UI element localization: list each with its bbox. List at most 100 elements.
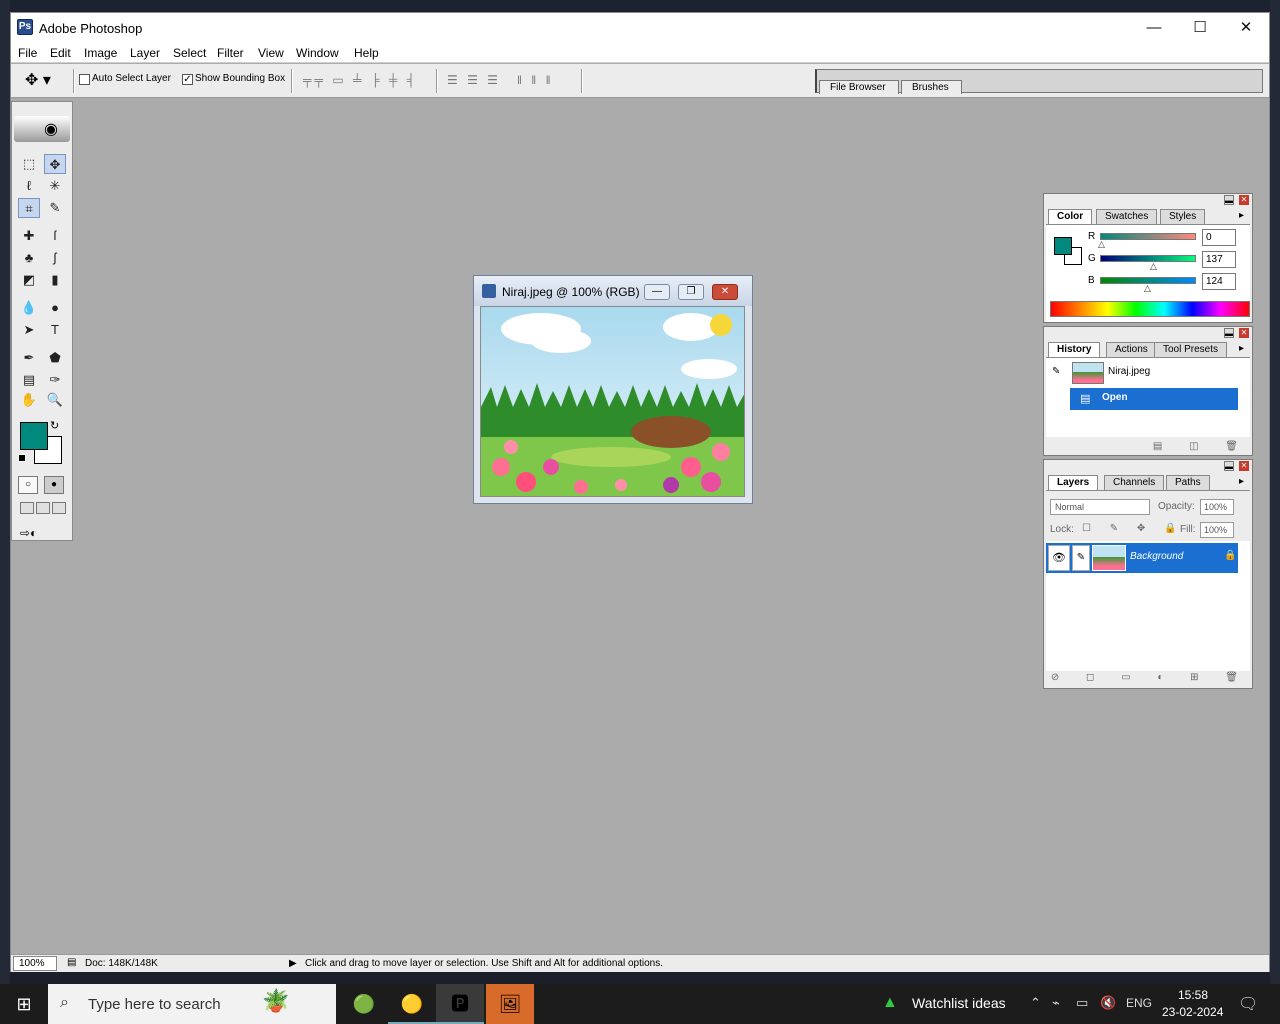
- menu-image[interactable]: Image: [81, 45, 120, 61]
- tab-paths[interactable]: Paths: [1166, 475, 1210, 490]
- healing-brush-icon[interactable]: ✚: [18, 226, 40, 246]
- color-foreground-swatch[interactable]: [1054, 237, 1072, 255]
- distribute-vertical-buttons[interactable]: ☰ ☰ ☰: [447, 73, 501, 87]
- palette-minimize-button[interactable]: ▬: [1224, 328, 1234, 338]
- notes-icon[interactable]: ▤: [18, 370, 40, 390]
- red-slider-thumb[interactable]: △: [1098, 239, 1105, 250]
- zoom-level-input[interactable]: 100%: [13, 956, 57, 971]
- tab-layers[interactable]: Layers: [1048, 475, 1099, 490]
- full-screen-menu-button[interactable]: [36, 502, 50, 514]
- menu-select[interactable]: Select: [170, 45, 209, 61]
- pen-icon[interactable]: ✒: [18, 348, 40, 368]
- history-snapshot[interactable]: ✎ Niraj.jpeg: [1046, 360, 1238, 386]
- full-screen-button[interactable]: [52, 502, 66, 514]
- eraser-icon[interactable]: ◩: [18, 270, 40, 290]
- red-value-input[interactable]: 0: [1202, 229, 1236, 246]
- default-colors-icon[interactable]: [18, 454, 26, 462]
- tab-swatches[interactable]: Swatches: [1096, 209, 1158, 224]
- palette-minimize-button[interactable]: ▬: [1224, 195, 1234, 205]
- menu-edit[interactable]: Edit: [47, 45, 74, 61]
- blue-value-input[interactable]: 124: [1202, 273, 1236, 290]
- document-window[interactable]: Niraj.jpeg @ 100% (RGB) — ❐ ✕: [473, 275, 753, 504]
- distribute-horizontal-buttons[interactable]: ‖ ‖ ‖: [517, 73, 554, 87]
- palette-menu-icon[interactable]: ▸: [1239, 476, 1244, 487]
- language-indicator[interactable]: ENG: [1126, 996, 1152, 1010]
- menu-help[interactable]: Help: [351, 45, 382, 61]
- clone-stamp-icon[interactable]: ♣: [18, 248, 40, 268]
- history-brush-source-icon[interactable]: ✎: [1052, 366, 1060, 377]
- jump-to-imageready-button[interactable]: ⇨◐: [20, 526, 66, 544]
- palette-menu-icon[interactable]: ▸: [1239, 343, 1244, 354]
- align-buttons[interactable]: ╤╤ ▭ ╧: [303, 73, 365, 87]
- slice-icon[interactable]: ✎: [44, 198, 66, 218]
- gradient-icon[interactable]: ▮: [44, 270, 66, 290]
- image-canvas[interactable]: [480, 306, 745, 497]
- palette-close-button[interactable]: ✕: [1239, 195, 1249, 205]
- chrome-app-icon[interactable]: 🟢: [340, 984, 388, 1024]
- tab-history[interactable]: History: [1048, 342, 1101, 357]
- blue-slider-thumb[interactable]: △: [1144, 283, 1151, 294]
- stocks-widget-icon[interactable]: ▲: [882, 994, 898, 1012]
- magic-wand-icon[interactable]: ✳: [44, 176, 66, 196]
- green-slider[interactable]: [1100, 255, 1196, 262]
- blend-mode-select[interactable]: Normal: [1050, 499, 1150, 515]
- blur-icon[interactable]: 💧: [18, 298, 40, 318]
- minimize-button[interactable]: —: [1131, 13, 1177, 43]
- quick-mask-button[interactable]: ●: [44, 476, 64, 494]
- tab-styles[interactable]: Styles: [1160, 209, 1206, 224]
- display-icon[interactable]: ▭: [1076, 995, 1088, 1011]
- tab-channels[interactable]: Channels: [1104, 475, 1165, 490]
- doc-restore-button[interactable]: ❐: [678, 284, 704, 300]
- marquee-icon[interactable]: ⬚: [18, 154, 40, 174]
- tab-file-browser[interactable]: File Browser: [819, 80, 899, 94]
- watchlist-widget[interactable]: Watchlist ideas: [912, 995, 1006, 1011]
- layer-visibility-eye-icon[interactable]: 👁: [1048, 545, 1070, 571]
- layer-brush-icon[interactable]: ✎: [1072, 545, 1090, 571]
- menu-window[interactable]: Window: [293, 45, 342, 61]
- volume-muted-icon[interactable]: 🔇: [1100, 995, 1116, 1011]
- history-footer-buttons[interactable]: ▤ ◫ 🗑: [1046, 441, 1250, 455]
- play-icon[interactable]: ▶: [289, 958, 297, 969]
- color-spectrum-bar[interactable]: [1050, 301, 1250, 317]
- lasso-icon[interactable]: ℓ: [18, 176, 40, 196]
- photoshop-taskbar-icon[interactable]: 🅿: [436, 984, 484, 1024]
- taskbar-search[interactable]: ⌕ Type here to search 🪴: [48, 984, 336, 1024]
- palette-close-button[interactable]: ✕: [1239, 328, 1249, 338]
- path-select-icon[interactable]: ➤: [18, 320, 40, 340]
- tab-brushes[interactable]: Brushes: [901, 80, 962, 94]
- red-slider[interactable]: [1100, 233, 1196, 240]
- menu-file[interactable]: File: [15, 45, 40, 61]
- history-brush-icon[interactable]: ʃ: [44, 248, 66, 268]
- lock-options[interactable]: ☐ ✎ ✥ 🔒: [1082, 523, 1185, 534]
- auto-select-layer-checkbox[interactable]: [79, 74, 90, 85]
- move-icon[interactable]: ✥: [44, 154, 66, 174]
- history-state-open[interactable]: ▤ Open: [1070, 388, 1238, 410]
- show-bounding-box-checkbox[interactable]: ✓: [182, 74, 193, 85]
- tab-actions[interactable]: Actions: [1106, 342, 1157, 357]
- palette-header[interactable]: ▬ ✕: [1044, 460, 1252, 472]
- clock-time[interactable]: 15:58: [1178, 988, 1208, 1002]
- palette-minimize-button[interactable]: ▬: [1224, 461, 1234, 471]
- dodge-icon[interactable]: ●: [44, 298, 66, 318]
- show-hidden-icons-chevron-icon[interactable]: ⌃: [1030, 995, 1041, 1011]
- doc-minimize-button[interactable]: —: [644, 284, 670, 300]
- brush-icon[interactable]: ſ: [44, 226, 66, 246]
- maximize-button[interactable]: ☐: [1177, 13, 1223, 43]
- network-icon[interactable]: ⌁: [1052, 995, 1060, 1011]
- standard-mode-button[interactable]: ○: [18, 476, 38, 494]
- tab-tool-presets[interactable]: Tool Presets: [1154, 342, 1228, 357]
- type-icon[interactable]: T: [44, 320, 66, 340]
- menu-filter[interactable]: Filter: [214, 45, 247, 61]
- menu-view[interactable]: View: [255, 45, 287, 61]
- tool-preset-picker[interactable]: ✥ ▾: [25, 70, 65, 92]
- shape-icon[interactable]: ⬟: [44, 348, 66, 368]
- menu-layer[interactable]: Layer: [127, 45, 163, 61]
- layers-footer-buttons[interactable]: ⊘ ◻ ▭ ◐ ⊞ 🗑: [1046, 672, 1250, 686]
- swap-colors-icon[interactable]: ↻: [50, 419, 59, 432]
- opacity-input[interactable]: 100%: [1200, 499, 1234, 515]
- document-title-bar[interactable]: Niraj.jpeg @ 100% (RGB) — ❐ ✕: [474, 276, 752, 306]
- palette-header[interactable]: ▬ ✕: [1044, 327, 1252, 339]
- palette-close-button[interactable]: ✕: [1239, 461, 1249, 471]
- windows-start-button[interactable]: ⊞: [0, 984, 48, 1024]
- clock-date[interactable]: 23-02-2024: [1162, 1005, 1223, 1019]
